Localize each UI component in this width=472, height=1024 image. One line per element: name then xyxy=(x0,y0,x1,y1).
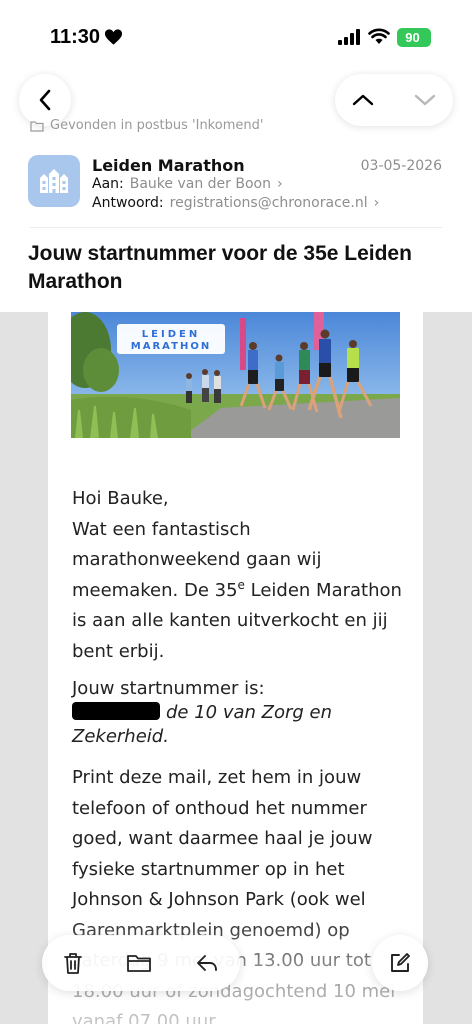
marathon-runners-image: LEIDEN MARATHON xyxy=(71,310,400,438)
startnumber-label: Jouw startnummer is: xyxy=(72,678,265,699)
status-bar: 11:30 90 xyxy=(0,0,472,70)
folder-note-text: Gevonden in postbus 'Inkomend' xyxy=(50,118,264,133)
status-time: 11:30 xyxy=(50,26,101,48)
next-message-button[interactable] xyxy=(413,88,437,112)
battery-level: 90 xyxy=(405,30,420,45)
reply-to-row[interactable]: Antwoord: registrations@chronorace.nl › xyxy=(92,195,379,211)
reply-value[interactable]: registrations@chronorace.nl xyxy=(170,195,368,211)
compose-icon xyxy=(391,953,410,972)
to-value[interactable]: Bauke van der Boon xyxy=(130,176,271,192)
chevron-right-icon: › xyxy=(276,176,283,192)
sender-avatar[interactable] xyxy=(28,155,80,207)
intro-sup: e xyxy=(237,577,245,592)
building-icon xyxy=(40,169,68,193)
mail-body: LEIDEN MARATHON Hoi Bauke, Wat een fanta… xyxy=(48,310,423,1024)
startnumber-paragraph: Jouw startnummer is: de 10 van Zorg en Z… xyxy=(72,677,408,749)
previous-message-button[interactable] xyxy=(351,88,375,112)
banner-logo-line2: MARATHON xyxy=(131,341,211,352)
heart-icon xyxy=(104,29,123,45)
mail-subject: Jouw startnummer voor de 35e Leiden Mara… xyxy=(28,242,412,293)
delete-button[interactable] xyxy=(60,950,86,976)
bottom-toolbar xyxy=(42,935,240,991)
trash-icon xyxy=(64,953,82,974)
redacted-startnumber xyxy=(72,702,160,720)
to-label: Aan: xyxy=(92,176,124,192)
message-nav xyxy=(335,74,453,126)
chevron-up-icon xyxy=(352,94,374,106)
header-divider xyxy=(30,227,442,228)
mail-date: 03-05-2026 xyxy=(360,158,442,174)
reply-icon xyxy=(197,955,217,971)
banner-logo-line1: LEIDEN xyxy=(142,329,200,340)
wifi-icon xyxy=(368,28,390,44)
folder-note: Gevonden in postbus 'Inkomend' xyxy=(30,118,263,133)
move-to-folder-button[interactable] xyxy=(126,950,152,976)
sender-name[interactable]: Leiden Marathon xyxy=(92,156,245,175)
compose-button[interactable] xyxy=(372,935,428,991)
banner-image: LEIDEN MARATHON xyxy=(71,310,400,438)
greeting-paragraph: Hoi Bauke, Wat een fantastisch marathonw… xyxy=(72,484,408,667)
chevron-right-icon: › xyxy=(373,195,380,211)
cellular-signal-icon xyxy=(338,29,360,45)
battery-indicator: 90 xyxy=(397,28,431,47)
folder-outline-icon xyxy=(30,120,44,132)
reply-label: Antwoord: xyxy=(92,195,164,211)
reply-button[interactable] xyxy=(194,950,220,976)
greeting: Hoi Bauke, xyxy=(72,488,169,509)
chevron-down-icon xyxy=(414,94,436,106)
mail-header: Gevonden in postbus 'Inkomend' Leiden Ma… xyxy=(0,70,472,312)
chevron-left-icon xyxy=(39,89,51,111)
folder-icon xyxy=(127,955,151,972)
recipient-row[interactable]: Aan: Bauke van der Boon › xyxy=(92,176,283,192)
